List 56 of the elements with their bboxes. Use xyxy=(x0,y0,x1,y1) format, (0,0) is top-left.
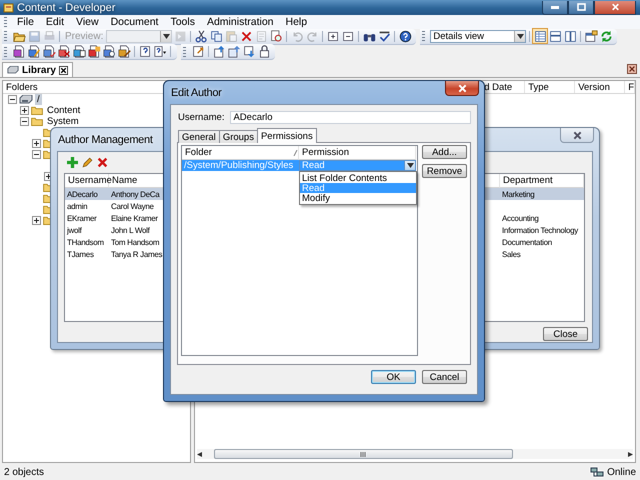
department-cell: Information Technology xyxy=(502,226,578,234)
close-button[interactable]: Close xyxy=(543,327,588,341)
cancel-button[interactable]: Cancel xyxy=(422,370,467,384)
department-cell: Sales xyxy=(502,250,521,258)
column-header[interactable]: Folders xyxy=(6,82,38,92)
username-cell[interactable]: TJames xyxy=(65,248,109,260)
name-cell: Carol Wayne xyxy=(111,202,154,210)
username-cell[interactable]: admin xyxy=(65,200,109,212)
menu-item[interactable]: Edit xyxy=(40,16,70,28)
tab[interactable]: General xyxy=(178,130,220,143)
tab[interactable]: Groups xyxy=(218,130,258,143)
folder-label[interactable]: System xyxy=(45,116,81,127)
dropdown-option[interactable]: Modify xyxy=(300,193,416,203)
column-header[interactable]: Folder xyxy=(185,147,212,158)
column-header[interactable]: Username xyxy=(68,175,112,186)
username-label: Username: xyxy=(178,112,224,123)
menu-item[interactable]: File xyxy=(11,16,40,28)
column-header[interactable]: Department xyxy=(503,175,553,186)
name-cell: Tom Handsom xyxy=(111,238,160,246)
status-text: 2 objects xyxy=(4,467,44,478)
name-cell: Elaine Kramer xyxy=(111,214,158,222)
username-cell[interactable]: ADecarlo xyxy=(65,188,109,200)
folder-label[interactable]: Content xyxy=(45,105,82,116)
menu-item[interactable]: Help xyxy=(280,16,314,28)
remove-button[interactable]: Remove xyxy=(422,164,467,178)
menu-item[interactable]: Tools xyxy=(164,16,201,28)
dialog-title: Author Management xyxy=(57,134,153,146)
column-header[interactable]: Name xyxy=(112,175,138,186)
folder-label[interactable]: / xyxy=(35,94,42,105)
department-cell: Marketing xyxy=(502,190,534,198)
name-cell: Anthony DeCa xyxy=(111,190,160,198)
menu-item[interactable]: Document xyxy=(104,16,164,28)
department-cell: Accounting xyxy=(502,214,539,222)
username-cell[interactable]: jwolf xyxy=(65,224,109,236)
name-cell: John L Wolf xyxy=(111,226,150,234)
ok-button[interactable]: OK xyxy=(371,370,416,384)
username-cell[interactable]: EKramer xyxy=(65,212,109,224)
column-header[interactable]: Permission xyxy=(302,147,349,158)
dialog-title: Edit Author xyxy=(170,86,222,98)
menu-item[interactable]: View xyxy=(70,16,105,28)
connection-status: Online xyxy=(607,467,636,478)
name-cell: Tanya R James xyxy=(111,250,162,258)
column-header[interactable]: F xyxy=(628,82,634,92)
view-select[interactable]: Details view xyxy=(430,30,526,42)
department-cell: Documentation xyxy=(502,238,552,246)
column-header[interactable]: Type xyxy=(528,82,549,92)
dropdown-option[interactable]: List Folder Contents xyxy=(300,173,416,183)
add-button[interactable]: Add... xyxy=(422,145,467,159)
tab[interactable]: Permissions xyxy=(256,128,317,143)
window-title: Content - Developer xyxy=(17,2,116,14)
preview-label: Preview: xyxy=(64,30,104,42)
column-header[interactable]: Version xyxy=(578,82,610,92)
username-field[interactable]: ADecarlo xyxy=(230,111,471,124)
library-tab[interactable]: Library xyxy=(2,62,73,77)
username-cell[interactable]: THandsom xyxy=(65,236,109,248)
menu-item[interactable]: Administration xyxy=(200,16,280,28)
